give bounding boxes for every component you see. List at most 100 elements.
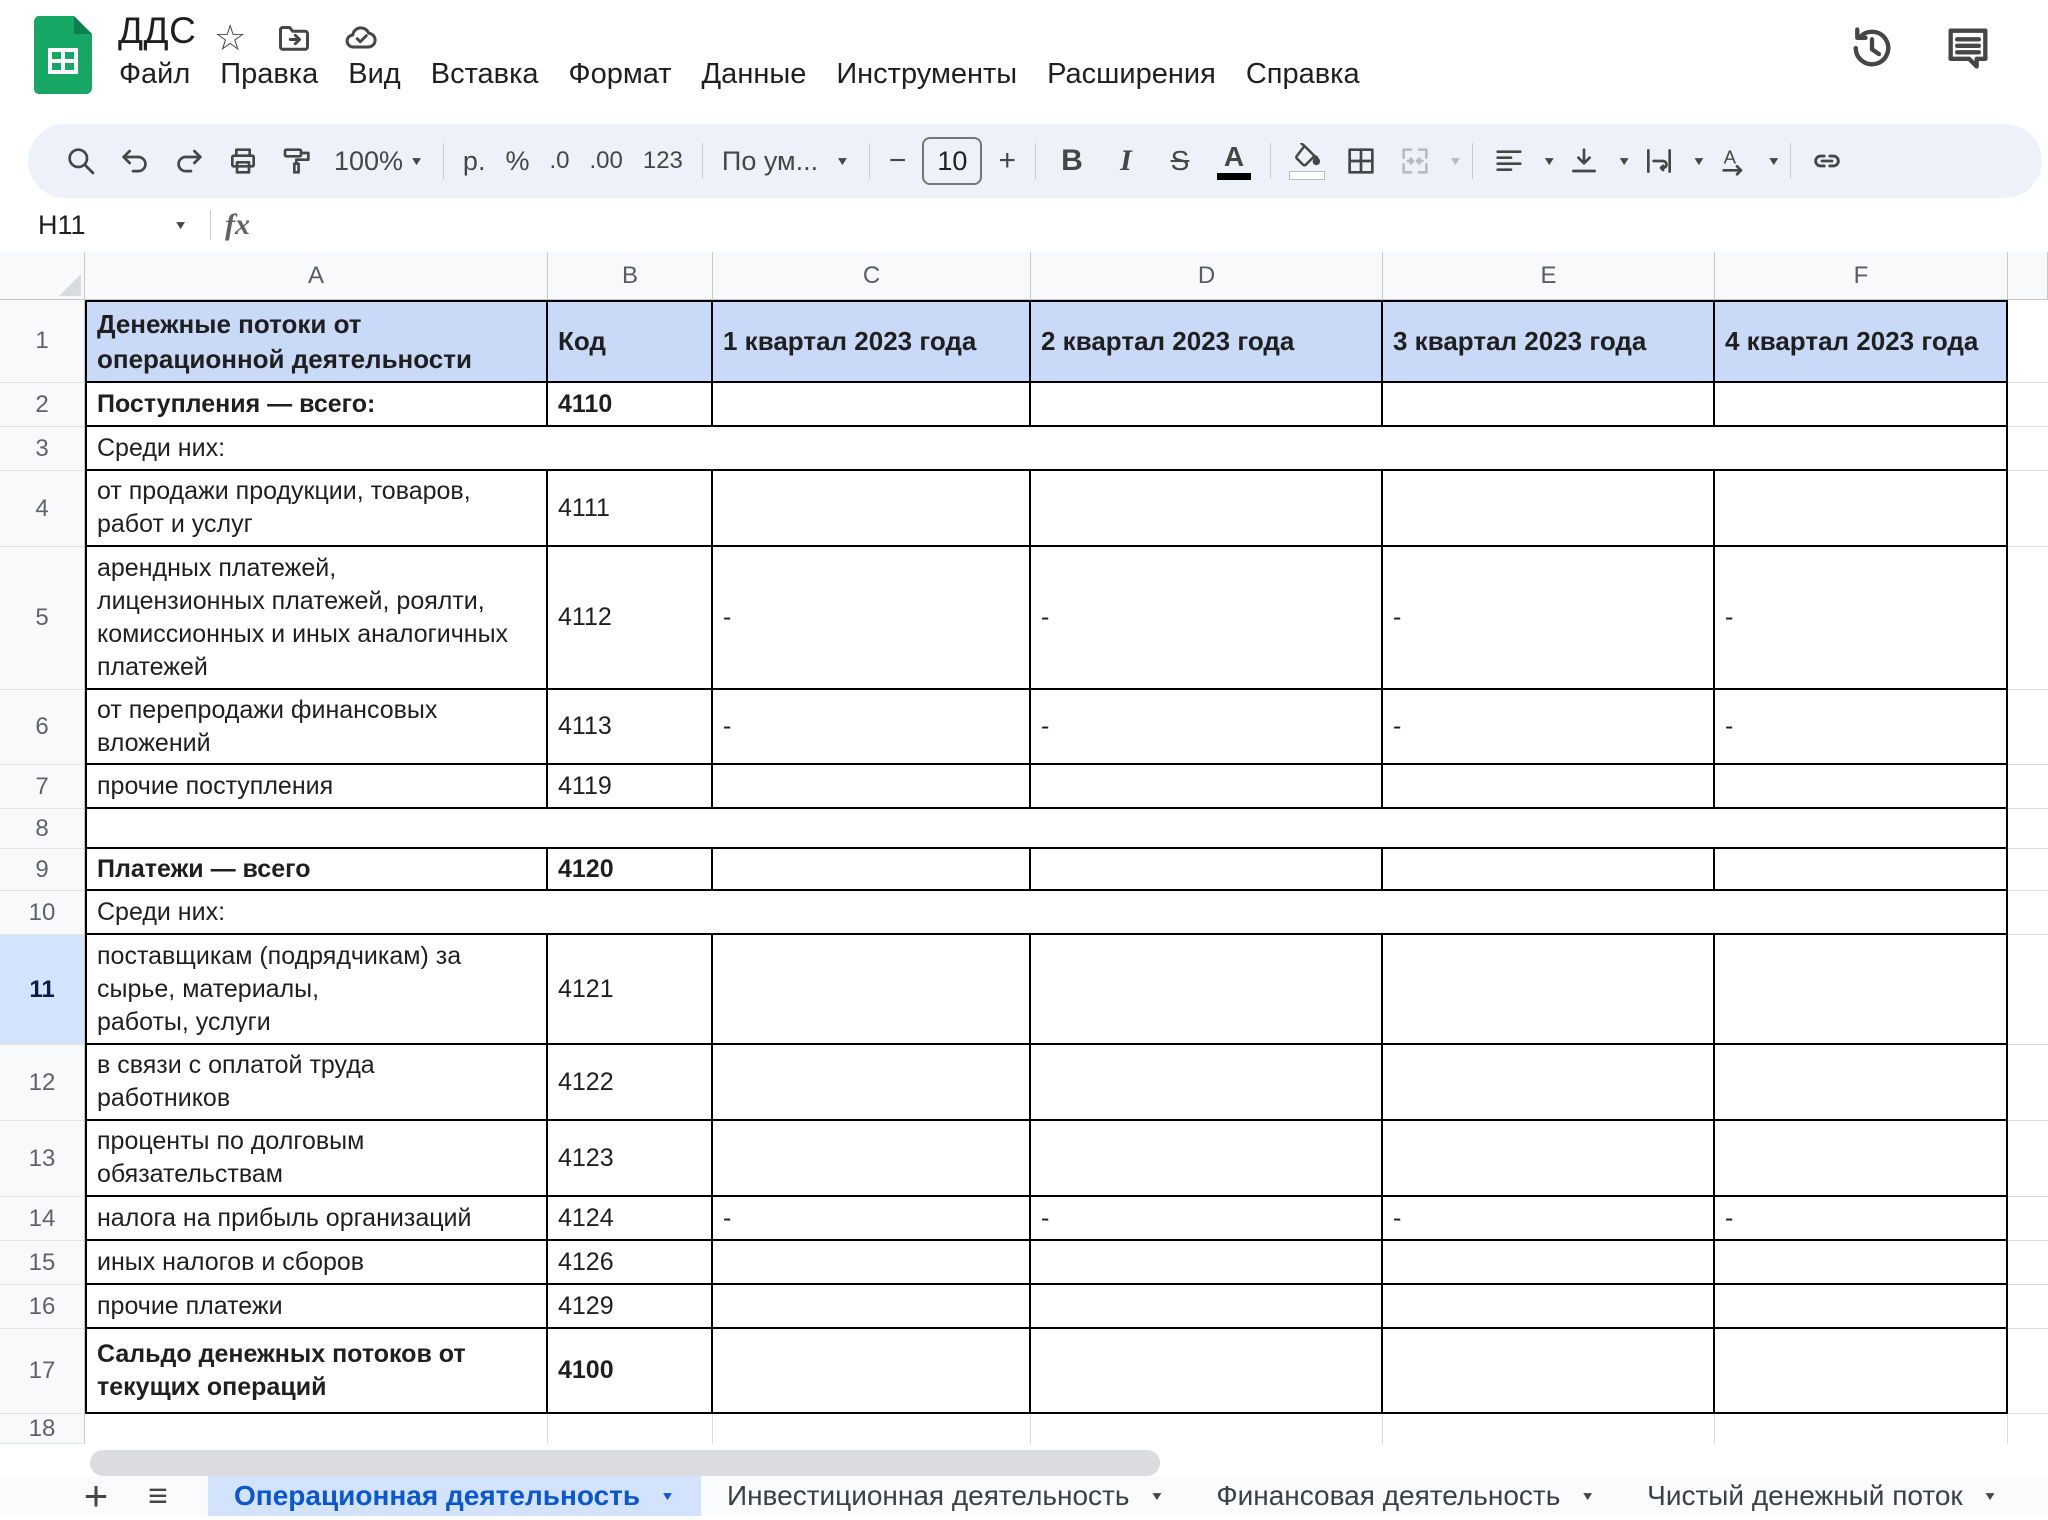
star-icon[interactable]: ☆	[214, 20, 246, 56]
label-cell[interactable]: поставщикам (подрядчикам) за сырье, мате…	[85, 935, 548, 1045]
menu-insert[interactable]: Вставка	[416, 54, 554, 95]
value-cell[interactable]	[1031, 765, 1383, 809]
code-cell[interactable]: 4110	[548, 383, 713, 427]
off-grid-cell[interactable]	[2008, 765, 2048, 809]
column-header-F[interactable]: F	[1715, 252, 2008, 300]
row-header-7[interactable]: 7	[0, 765, 85, 809]
value-cell[interactable]	[1031, 1241, 1383, 1285]
row-header-16[interactable]: 16	[0, 1285, 85, 1329]
formula-input[interactable]	[250, 198, 2048, 252]
value-cell[interactable]: -	[1383, 1197, 1715, 1241]
cell[interactable]	[1715, 1414, 2008, 1444]
column-header-B[interactable]: B	[548, 252, 713, 300]
value-cell[interactable]	[1715, 1241, 2008, 1285]
column-header-E[interactable]: E	[1383, 252, 1715, 300]
value-cell[interactable]	[713, 849, 1031, 891]
value-cell[interactable]	[1715, 1285, 2008, 1329]
text-rotation-button[interactable]: A	[1706, 133, 1760, 189]
select-all-corner[interactable]	[0, 252, 85, 300]
row-header-18[interactable]: 18	[0, 1414, 85, 1444]
value-cell[interactable]	[1031, 1121, 1383, 1197]
label-cell[interactable]: Поступления — всего:	[85, 383, 548, 427]
value-cell[interactable]	[1031, 1285, 1383, 1329]
cell[interactable]	[1031, 1414, 1383, 1444]
row-header-6[interactable]: 6	[0, 690, 85, 765]
value-cell[interactable]	[1715, 383, 2008, 427]
menu-extensions[interactable]: Расширения	[1032, 54, 1231, 95]
value-cell[interactable]: -	[713, 547, 1031, 690]
menu-file[interactable]: Файл	[104, 54, 205, 95]
header-cell[interactable]: Денежные потоки от операционной деятельн…	[85, 300, 548, 383]
value-cell[interactable]: -	[1383, 547, 1715, 690]
insert-link-icon[interactable]	[1800, 133, 1854, 189]
menu-tools[interactable]: Инструменты	[821, 54, 1032, 95]
value-cell[interactable]	[1383, 849, 1715, 891]
value-cell[interactable]	[1383, 935, 1715, 1045]
column-header-A[interactable]: A	[85, 252, 548, 300]
all-sheets-menu-icon[interactable]: ≡	[126, 1476, 190, 1516]
value-cell[interactable]	[713, 383, 1031, 427]
value-cell[interactable]: -	[1383, 690, 1715, 765]
label-cell[interactable]: от перепродажи финансовых вложений	[85, 690, 548, 765]
value-cell[interactable]	[713, 1121, 1031, 1197]
row-header-3[interactable]: 3	[0, 427, 85, 471]
value-cell[interactable]	[1383, 1045, 1715, 1121]
span-cell[interactable]	[85, 809, 2008, 849]
value-cell[interactable]	[713, 935, 1031, 1045]
off-grid-cell[interactable]	[2008, 1121, 2048, 1197]
vertical-align-button[interactable]	[1557, 133, 1611, 189]
label-cell[interactable]: арендных платежей, лицензионных платежей…	[85, 547, 548, 690]
horizontal-align-caret[interactable]: ▼	[1542, 154, 1557, 168]
document-title[interactable]: ДДС	[118, 10, 196, 52]
off-grid-cell[interactable]	[2008, 427, 2048, 471]
header-cell[interactable]: 2 квартал 2023 года	[1031, 300, 1383, 383]
row-header-13[interactable]: 13	[0, 1121, 85, 1197]
tab-net-cash-flow[interactable]: Чистый денежный поток▼	[1621, 1476, 2023, 1516]
increase-font-size-button[interactable]: +	[988, 133, 1026, 189]
move-folder-icon[interactable]	[276, 20, 312, 56]
value-cell[interactable]: -	[1715, 1197, 2008, 1241]
value-cell[interactable]	[1715, 1045, 2008, 1121]
value-cell[interactable]: -	[1031, 1197, 1383, 1241]
code-cell[interactable]: 4122	[548, 1045, 713, 1121]
horizontal-align-button[interactable]	[1482, 133, 1536, 189]
print-icon[interactable]	[216, 133, 270, 189]
label-cell[interactable]: налога на прибыль организаций	[85, 1197, 548, 1241]
row-header-9[interactable]: 9	[0, 849, 85, 891]
decrease-decimals-button[interactable]: .0	[539, 133, 579, 189]
value-cell[interactable]	[713, 1329, 1031, 1414]
tab-operating-activity[interactable]: Операционная деятельность▼	[208, 1476, 701, 1516]
name-box[interactable]: H11▼	[38, 210, 188, 241]
span-cell[interactable]: Среди них:	[85, 427, 2008, 471]
menu-format[interactable]: Формат	[554, 54, 687, 95]
row-header-11[interactable]: 11	[0, 935, 85, 1045]
value-cell[interactable]	[713, 1045, 1031, 1121]
cell[interactable]	[85, 1414, 548, 1444]
value-cell[interactable]	[1383, 1285, 1715, 1329]
value-cell[interactable]	[1383, 765, 1715, 809]
value-cell[interactable]	[1715, 849, 2008, 891]
off-grid-cell[interactable]	[2008, 935, 2048, 1045]
value-cell[interactable]	[1031, 935, 1383, 1045]
off-grid-cell[interactable]	[2008, 1045, 2048, 1121]
code-cell[interactable]: 4111	[548, 471, 713, 547]
borders-button[interactable]	[1334, 133, 1388, 189]
vertical-align-caret[interactable]: ▼	[1617, 154, 1632, 168]
value-cell[interactable]	[713, 1241, 1031, 1285]
off-grid-cell[interactable]	[2008, 1329, 2048, 1414]
label-cell[interactable]: от продажи продукции, товаров, работ и у…	[85, 471, 548, 547]
tab-investing-activity[interactable]: Инвестиционная деятельность▼	[701, 1476, 1190, 1516]
label-cell[interactable]: прочие платежи	[85, 1285, 548, 1329]
code-cell[interactable]: 4129	[548, 1285, 713, 1329]
label-cell[interactable]: прочие поступления	[85, 765, 548, 809]
font-size-input[interactable]: 10	[922, 137, 982, 185]
comments-icon[interactable]	[1942, 22, 1994, 79]
merge-cells-button[interactable]	[1388, 133, 1442, 189]
value-cell[interactable]	[1383, 383, 1715, 427]
row-header-5[interactable]: 5	[0, 547, 85, 690]
decrease-font-size-button[interactable]: −	[879, 133, 917, 189]
version-history-icon[interactable]	[1846, 22, 1898, 79]
merge-cells-caret[interactable]: ▼	[1448, 154, 1463, 168]
italic-button[interactable]: I	[1099, 133, 1153, 189]
code-cell[interactable]: 4124	[548, 1197, 713, 1241]
